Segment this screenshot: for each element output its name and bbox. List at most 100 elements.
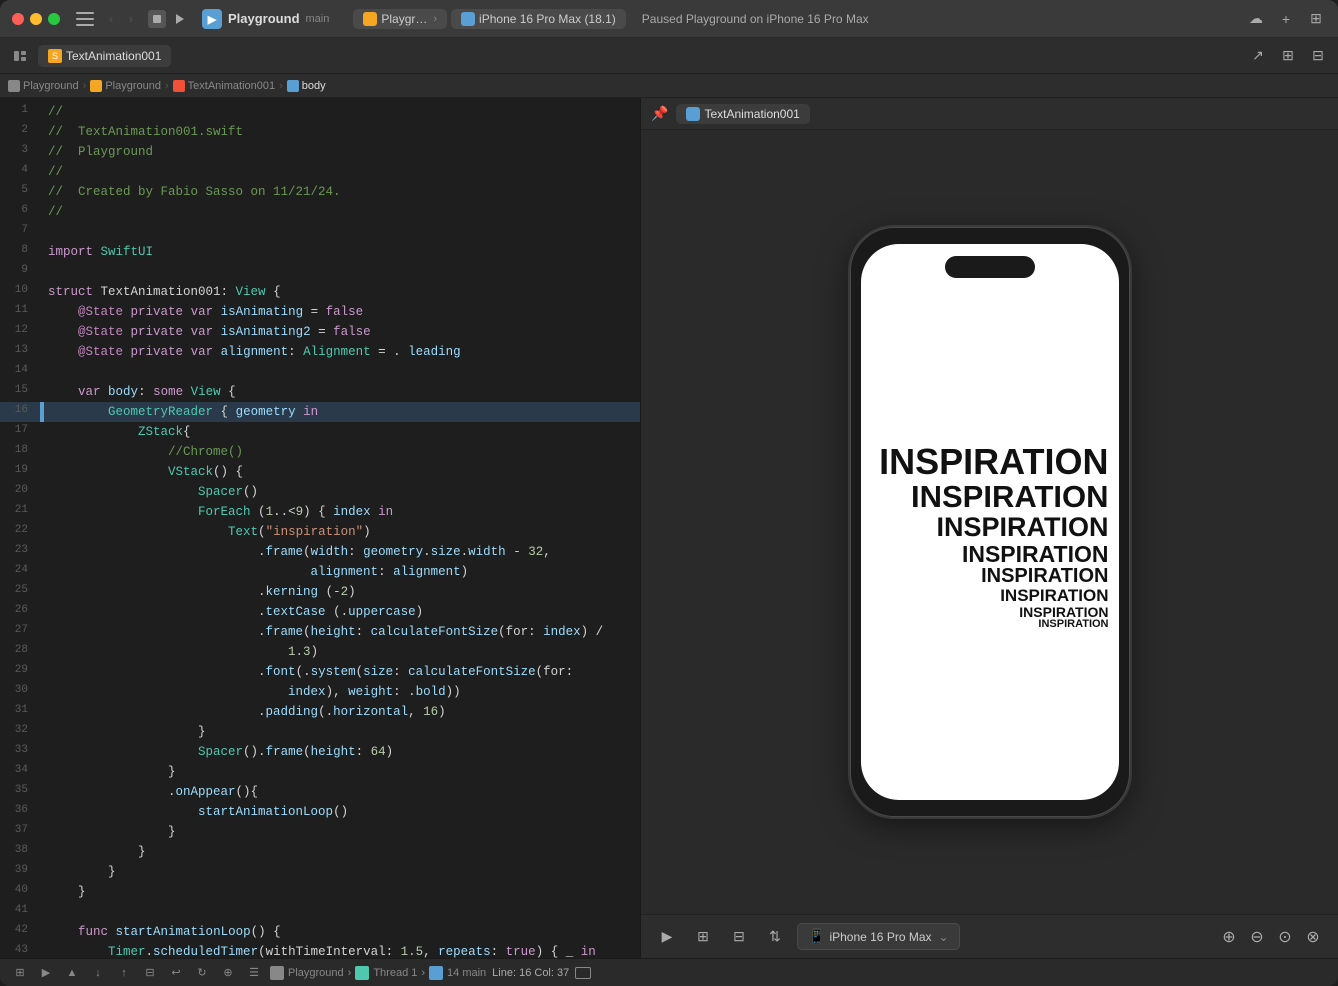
minimize-button[interactable] [30,13,42,25]
code-line-22[interactable]: 22 Text("inspiration") [0,522,640,542]
zoom-actual-button[interactable]: ⊗ [1300,924,1326,950]
code-content: VStack() { [48,462,632,482]
cloud-icon[interactable]: ☁ [1246,9,1266,29]
code-line-12[interactable]: 12 @State private var isAnimating2 = fal… [0,322,640,342]
code-line-17[interactable]: 17 ZStack{ [0,422,640,442]
fullscreen-button[interactable]: ⊞ [689,923,717,951]
code-line-14[interactable]: 14 [0,362,640,382]
forward-button[interactable]: › [122,10,140,28]
code-line-40[interactable]: 40 } [0,882,640,902]
code-line-1[interactable]: 1// [0,102,640,122]
preview-title: TextAnimation001 [704,107,799,121]
sidebar-toggle[interactable] [76,12,94,26]
code-line-28[interactable]: 28 1.3) [0,642,640,662]
code-line-42[interactable]: 42 func startAnimationLoop() { [0,922,640,942]
grid-button[interactable]: ⊟ [725,923,753,951]
status-icon-6[interactable]: ⊟ [140,963,160,983]
code-line-34[interactable]: 34 } [0,762,640,782]
code-line-35[interactable]: 35 .onAppear(){ [0,782,640,802]
navigator-button[interactable] [8,44,32,68]
code-line-25[interactable]: 25 .kerning (-2) [0,582,640,602]
file-tab[interactable]: S TextAnimation001 [38,45,171,67]
inspiration-1: INSPIRATION [879,443,1108,481]
play-preview-button[interactable]: ▶ [653,923,681,951]
code-line-20[interactable]: 20 Spacer() [0,482,640,502]
code-line-3[interactable]: 3// Playground [0,142,640,162]
line-indicator [40,822,44,842]
code-line-31[interactable]: 31 .padding(.horizontal, 16) [0,702,640,722]
run-button[interactable] [170,9,190,29]
breadcrumb-struct[interactable]: body [287,80,326,92]
code-line-21[interactable]: 21 ForEach (1..<9) { index in [0,502,640,522]
code-line-26[interactable]: 26 .textCase (.uppercase) [0,602,640,622]
zoom-fit-button[interactable]: ⊙ [1272,924,1298,950]
monitor-icon[interactable] [575,967,591,979]
code-line-37[interactable]: 37 } [0,822,640,842]
code-line-13[interactable]: 13 @State private var alignment: Alignme… [0,342,640,362]
code-content: .onAppear(){ [48,782,632,802]
line-indicator [40,422,44,442]
code-line-41[interactable]: 41 [0,902,640,922]
code-line-7[interactable]: 7 [0,222,640,242]
split-view-button[interactable]: ⊞ [1306,9,1326,29]
status-icon-3[interactable]: ▲ [62,963,82,983]
back-button[interactable]: ‹ [102,10,120,28]
tab-playground-label: Playgr… [381,12,427,26]
code-line-10[interactable]: 10struct TextAnimation001: View { [0,282,640,302]
code-line-33[interactable]: 33 Spacer().frame(height: 64) [0,742,640,762]
breadcrumb-folder[interactable]: Playground [90,80,161,92]
code-line-2[interactable]: 2// TextAnimation001.swift [0,122,640,142]
code-line-18[interactable]: 18 //Chrome() [0,442,640,462]
code-line-43[interactable]: 43 Timer.scheduledTimer(withTimeInterval… [0,942,640,958]
rotate-button[interactable]: ⇅ [761,923,789,951]
zoom-out-button[interactable]: ⊖ [1244,924,1270,950]
close-button[interactable] [12,13,24,25]
share-button[interactable]: ↗ [1246,44,1270,68]
code-line-27[interactable]: 27 .frame(height: calculateFontSize(for:… [0,622,640,642]
code-line-8[interactable]: 8import SwiftUI [0,242,640,262]
stop-button[interactable] [148,10,166,28]
pin-button[interactable]: 📌 [651,105,668,122]
tab-device[interactable]: iPhone 16 Pro Max (18.1) [451,9,626,29]
status-icon-4[interactable]: ↓ [88,963,108,983]
maximize-button[interactable] [48,13,60,25]
device-selector[interactable]: 📱 iPhone 16 Pro Max ⌄ [797,923,960,950]
status-icon-5[interactable]: ↑ [114,963,134,983]
status-icon-7[interactable]: ↩ [166,963,186,983]
code-line-23[interactable]: 23 .frame(width: geometry.size.width - 3… [0,542,640,562]
code-line-39[interactable]: 39 } [0,862,640,882]
status-icon-9[interactable]: ⊕ [218,963,238,983]
line-number: 21 [8,502,40,520]
code-line-19[interactable]: 19 VStack() { [0,462,640,482]
breadcrumb-file[interactable]: TextAnimation001 [173,80,275,92]
bc-sep-2: › [165,80,169,92]
code-line-16[interactable]: 16 GeometryReader { geometry in [0,402,640,422]
status-icon-1[interactable]: ⊞ [10,963,30,983]
code-line-5[interactable]: 5// Created by Fabio Sasso on 11/21/24. [0,182,640,202]
status-icon-10[interactable]: ☰ [244,963,264,983]
code-line-15[interactable]: 15 var body: some View { [0,382,640,402]
code-line-9[interactable]: 9 [0,262,640,282]
code-line-4[interactable]: 4// [0,162,640,182]
code-content: Spacer().frame(height: 64) [48,742,632,762]
code-line-24[interactable]: 24 alignment: alignment) [0,562,640,582]
breadcrumb: Playground › Playground › TextAnimation0… [0,74,1338,98]
breadcrumb-playground[interactable]: Playground [8,80,79,92]
code-editor[interactable]: 1//2// TextAnimation001.swift3// Playgro… [0,98,640,958]
add-tab-button[interactable]: + [1276,9,1296,29]
code-line-32[interactable]: 32 } [0,722,640,742]
code-line-38[interactable]: 38 } [0,842,640,862]
status-icon-2[interactable]: ▶ [36,963,56,983]
inspector-button[interactable]: ⊞ [1276,44,1300,68]
code-line-6[interactable]: 6// [0,202,640,222]
status-icon-8[interactable]: ↻ [192,963,212,983]
code-line-36[interactable]: 36 startAnimationLoop() [0,802,640,822]
sb-person-label: 14 main [447,967,486,979]
panel-toggle-button[interactable]: ⊟ [1306,44,1330,68]
code-line-11[interactable]: 11 @State private var isAnimating = fals… [0,302,640,322]
sb-thread-icon [355,966,369,980]
code-line-30[interactable]: 30 index), weight: .bold)) [0,682,640,702]
tab-playground[interactable]: Playgr… › [353,9,447,29]
zoom-in-button[interactable]: ⊕ [1216,924,1242,950]
code-line-29[interactable]: 29 .font(.system(size: calculateFontSize… [0,662,640,682]
